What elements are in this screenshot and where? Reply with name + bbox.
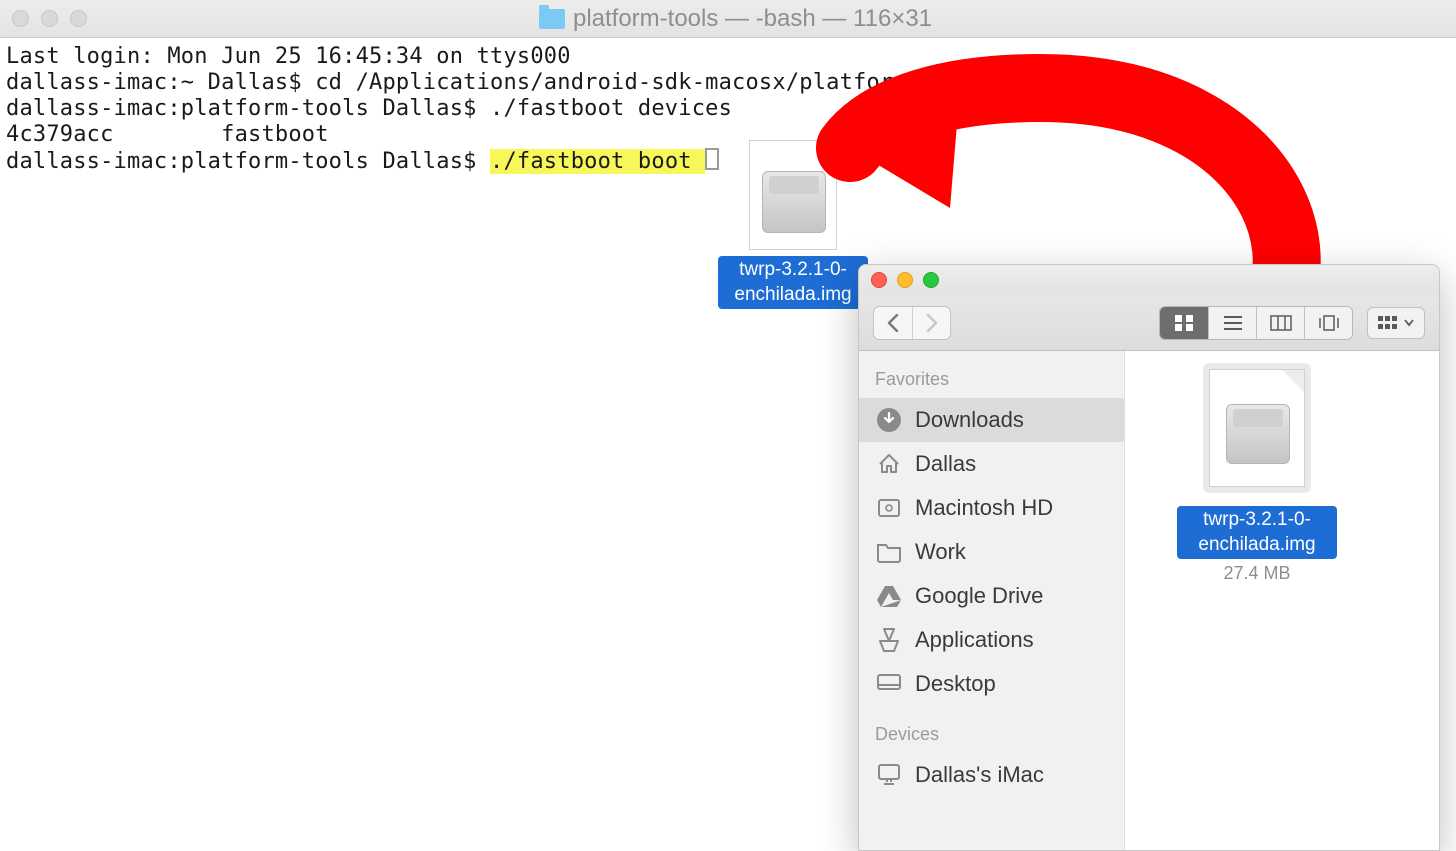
google-drive-icon [875, 582, 903, 610]
gallery-view-button[interactable] [1304, 307, 1352, 339]
list-view-button[interactable] [1208, 307, 1256, 339]
sidebar-item-home[interactable]: Dallas [859, 442, 1124, 486]
back-button[interactable] [874, 307, 912, 339]
sidebar-section-favorites: Favorites [859, 365, 1124, 398]
file-item[interactable]: twrp-3.2.1-0-enchilada.img 27.4 MB [1177, 363, 1337, 584]
desktop-icon [875, 670, 903, 698]
minimize-icon[interactable] [41, 10, 58, 27]
sidebar-item-work[interactable]: Work [859, 530, 1124, 574]
icon-view-button[interactable] [1160, 307, 1208, 339]
imac-icon [875, 761, 903, 789]
highlighted-command: ./fastboot boot [490, 149, 705, 174]
forward-button[interactable] [912, 307, 950, 339]
dragged-file-label: twrp-3.2.1-0-enchilada.img [718, 256, 868, 309]
file-name-label: twrp-3.2.1-0-enchilada.img [1177, 506, 1337, 559]
sidebar-item-imac[interactable]: Dallas's iMac [859, 753, 1124, 797]
sidebar-item-label: Desktop [915, 671, 996, 697]
sidebar-item-macintosh-hd[interactable]: Macintosh HD [859, 486, 1124, 530]
sidebar-item-desktop[interactable]: Desktop [859, 662, 1124, 706]
sidebar-item-label: Dallas [915, 451, 976, 477]
grid-icon [1378, 316, 1398, 330]
disk-image-file-icon [749, 140, 837, 250]
sidebar-item-label: Applications [915, 627, 1034, 653]
finder-sidebar: Favorites Downloads Dallas Macintosh HD [859, 351, 1125, 850]
sidebar-section-devices: Devices [859, 720, 1124, 753]
applications-icon [875, 626, 903, 654]
chevron-down-icon [1404, 319, 1414, 327]
home-icon [875, 450, 903, 478]
close-icon[interactable] [871, 272, 887, 288]
finder-content[interactable]: twrp-3.2.1-0-enchilada.img 27.4 MB [1125, 351, 1439, 850]
folder-icon [875, 538, 903, 566]
terminal-titlebar: platform-tools — -bash — 116×31 [0, 0, 1456, 38]
sidebar-item-label: Dallas's iMac [915, 762, 1044, 788]
maximize-icon[interactable] [923, 272, 939, 288]
sidebar-item-applications[interactable]: Applications [859, 618, 1124, 662]
column-view-button[interactable] [1256, 307, 1304, 339]
terminal-line: Last login: Mon Jun 25 16:45:34 on ttys0… [6, 44, 571, 69]
maximize-icon[interactable] [70, 10, 87, 27]
finder-window: Favorites Downloads Dallas Macintosh HD [858, 264, 1440, 851]
terminal-line: 4c379acc fastboot [6, 122, 329, 147]
terminal-line: dallass-imac:platform-tools Dallas$ [6, 149, 490, 174]
hard-drive-icon [875, 494, 903, 522]
sidebar-item-google-drive[interactable]: Google Drive [859, 574, 1124, 618]
sidebar-item-label: Macintosh HD [915, 495, 1053, 521]
disk-image-file-icon [1209, 369, 1305, 487]
group-dropdown[interactable] [1367, 307, 1425, 339]
sidebar-item-downloads[interactable]: Downloads [859, 398, 1124, 442]
folder-icon [539, 9, 565, 29]
dragged-file[interactable]: twrp-3.2.1-0-enchilada.img [718, 140, 868, 309]
file-size-label: 27.4 MB [1177, 563, 1337, 584]
finder-titlebar[interactable] [859, 265, 1439, 295]
sidebar-item-label: Google Drive [915, 583, 1043, 609]
view-mode-group [1159, 306, 1353, 340]
minimize-icon[interactable] [897, 272, 913, 288]
sidebar-item-label: Work [915, 539, 966, 565]
terminal-line: dallass-imac:platform-tools Dallas$ ./fa… [6, 96, 732, 121]
nav-back-forward [873, 306, 951, 340]
sidebar-item-label: Downloads [915, 407, 1024, 433]
terminal-line: dallass-imac:~ Dallas$ cd /Applications/… [6, 70, 988, 95]
downloads-icon [875, 406, 903, 434]
finder-toolbar [859, 295, 1439, 351]
close-icon[interactable] [12, 10, 29, 27]
terminal-title: platform-tools — -bash — 116×31 [573, 5, 932, 33]
